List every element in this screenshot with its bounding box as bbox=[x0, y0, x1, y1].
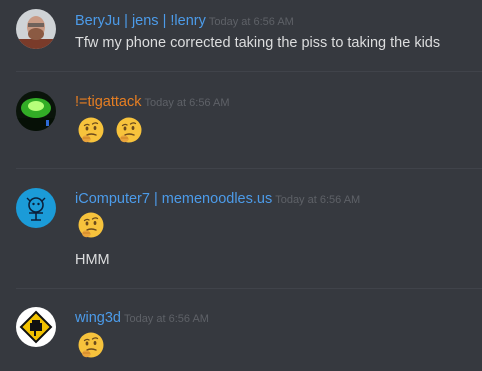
thinking-face-icon bbox=[76, 211, 106, 241]
thinking-face-icon bbox=[114, 116, 144, 146]
message-group: BeryJu | jens | !lenry Today at 6:56 AM T… bbox=[0, 0, 482, 70]
message-group: wing3d Today at 6:56 AM bbox=[0, 289, 482, 371]
message-group: !=tigattack Today at 6:56 AM bbox=[0, 72, 482, 168]
username[interactable]: iComputer7 | memenoodles.us bbox=[75, 191, 272, 207]
message-text: Tfw my phone corrected taking the piss t… bbox=[75, 35, 441, 51]
message-text: HMM bbox=[75, 252, 110, 268]
timestamp: Today at 6:56 AM bbox=[208, 16, 294, 28]
timestamp: Today at 6:56 AM bbox=[144, 97, 230, 109]
username[interactable]: BeryJu | jens | !lenry bbox=[75, 13, 206, 29]
username[interactable]: !=tigattack bbox=[75, 94, 142, 110]
avatar[interactable] bbox=[16, 91, 56, 131]
message-group: iComputer7 | memenoodles.us Today at 6:56… bbox=[0, 169, 482, 287]
timestamp: Today at 6:56 AM bbox=[123, 313, 209, 325]
thinking-face-icon bbox=[76, 116, 106, 146]
message-header: BeryJu | jens | !lenry Today at 6:56 AM bbox=[75, 12, 294, 31]
avatar[interactable] bbox=[16, 9, 56, 49]
message-header: wing3d Today at 6:56 AM bbox=[75, 309, 209, 328]
avatar[interactable] bbox=[16, 307, 56, 347]
message-header: iComputer7 | memenoodles.us Today at 6:56… bbox=[75, 190, 360, 209]
thinking-face-icon bbox=[76, 331, 106, 361]
avatar[interactable] bbox=[16, 188, 56, 228]
message-header: !=tigattack Today at 6:56 AM bbox=[75, 93, 230, 112]
timestamp: Today at 6:56 AM bbox=[275, 194, 361, 206]
username[interactable]: wing3d bbox=[75, 310, 121, 326]
